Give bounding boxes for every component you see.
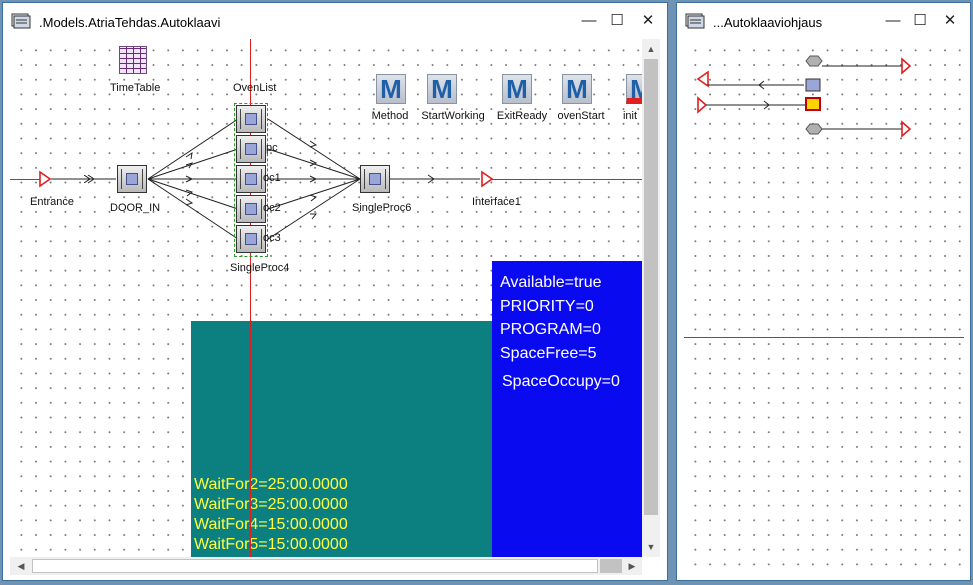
parallel-proc-1[interactable]: [236, 105, 266, 133]
attribute-line: SpaceOccupy=0: [502, 373, 620, 390]
waitfor-line: WaitFor4=15:00.0000: [194, 516, 348, 533]
door-in-station[interactable]: [117, 165, 147, 193]
entrance-label: Entrance: [30, 196, 75, 208]
interface-icon: [901, 57, 912, 75]
parallel-proc-label-1: pc: [266, 142, 278, 154]
scroll-up-button[interactable]: ▲: [643, 41, 659, 57]
horizontal-scrollbar[interactable]: ◀ ▶: [10, 557, 642, 575]
interface-icon: [901, 120, 912, 138]
attributes-panel: Available=true PRIORITY=0 PROGRAM=0 Spac…: [492, 261, 642, 557]
model-canvas[interactable]: TimeTable OvenList Entrance DOOR_IN pc o…: [10, 39, 642, 557]
entrance-icon: [39, 170, 52, 188]
waitfor-panel: WaitFor2=25:00.0000 WaitFor3=25:00.0000 …: [191, 321, 492, 557]
maximize-button[interactable]: ☐: [605, 10, 629, 32]
frame-icon: [11, 13, 31, 29]
parallel-proc-3[interactable]: [236, 165, 266, 193]
minimize-button[interactable]: —: [881, 10, 905, 32]
ovenstart-method-icon[interactable]: M: [562, 74, 592, 104]
timetable-icon[interactable]: [119, 46, 147, 74]
door-in-label: DOOR_IN: [110, 202, 161, 214]
frame-icon: [685, 13, 705, 29]
control-window-titlebar[interactable]: ...Autoklaaviohjaus — ☐ ✕: [677, 3, 970, 39]
exitready-method-icon[interactable]: M: [502, 74, 532, 104]
close-button[interactable]: ✕: [938, 10, 962, 32]
waitfor-line: WaitFor2=25:00.0000: [194, 476, 348, 493]
attribute-line: Available=true: [500, 274, 602, 291]
attribute-line: SpaceFree=5: [500, 344, 597, 362]
method-icon[interactable]: M: [376, 74, 406, 104]
scroll-right-button[interactable]: ▶: [624, 558, 640, 574]
init-method-icon[interactable]: M: [626, 74, 642, 104]
waitfor-line: WaitFor3=25:00.0000: [194, 496, 348, 513]
horizontal-scroll-track: [600, 559, 622, 573]
startworking-method-icon[interactable]: M: [427, 74, 457, 104]
control-connectors: [696, 55, 912, 138]
attribute-line: PRIORITY=0: [500, 297, 594, 315]
scroll-left-button[interactable]: ◀: [13, 558, 29, 574]
sensor-icon: [805, 55, 823, 67]
parallel-proc-4[interactable]: [236, 195, 266, 223]
timetable-label: TimeTable: [110, 82, 161, 94]
startworking-label: StartWorking: [421, 110, 485, 122]
singleproc4-label: SingleProc4: [230, 262, 290, 274]
parallel-proc-5[interactable]: [236, 225, 266, 253]
parallel-proc-label-3: oc2: [263, 202, 281, 214]
singleproc6-station[interactable]: [360, 165, 390, 193]
horizontal-scroll-thumb[interactable]: [32, 559, 598, 573]
singleproc6-label: SingleProc6: [352, 202, 412, 214]
interface-icon: [697, 96, 708, 114]
parallel-proc-label-2: oc1: [263, 172, 281, 184]
init-label: init: [622, 110, 638, 122]
ovenstart-label: ovenStart: [557, 110, 605, 122]
parallel-proc-label-4: oc3: [263, 232, 281, 244]
minimize-button[interactable]: —: [577, 10, 601, 32]
interface1-icon: [481, 170, 494, 188]
interface1-label: Interface1: [472, 196, 521, 208]
station-icon: [805, 97, 821, 111]
interface-icon: [696, 70, 709, 88]
ovenlist-label: OvenList: [233, 82, 277, 94]
waitfor-line: WaitFor5=15:00.0000: [194, 536, 348, 553]
method-label: Method: [371, 110, 409, 122]
control-window[interactable]: ...Autoklaaviohjaus — ☐ ✕: [677, 3, 970, 580]
guide-line-vertical-overlay: [250, 321, 251, 557]
close-button[interactable]: ✕: [636, 10, 660, 32]
sensor-icon: [805, 123, 823, 135]
parallel-proc-2[interactable]: [236, 135, 266, 163]
station-icon: [805, 78, 821, 92]
model-window-titlebar[interactable]: .Models.AtriaTehdas.Autoklaavi — ☐ ✕: [3, 3, 667, 39]
maximize-button[interactable]: ☐: [908, 10, 932, 32]
vertical-scrollbar[interactable]: ▲ ▼: [642, 39, 660, 557]
attribute-line: PROGRAM=0: [500, 321, 601, 338]
scroll-down-button[interactable]: ▼: [643, 539, 659, 555]
model-window-title: .Models.AtriaTehdas.Autoklaavi: [39, 15, 221, 30]
control-window-title: ...Autoklaaviohjaus: [713, 15, 823, 30]
exitready-label: ExitReady: [496, 110, 548, 122]
vertical-scroll-thumb[interactable]: [644, 59, 658, 515]
control-canvas[interactable]: [684, 39, 964, 572]
model-window[interactable]: .Models.AtriaTehdas.Autoklaavi — ☐ ✕ Tim…: [3, 3, 667, 580]
